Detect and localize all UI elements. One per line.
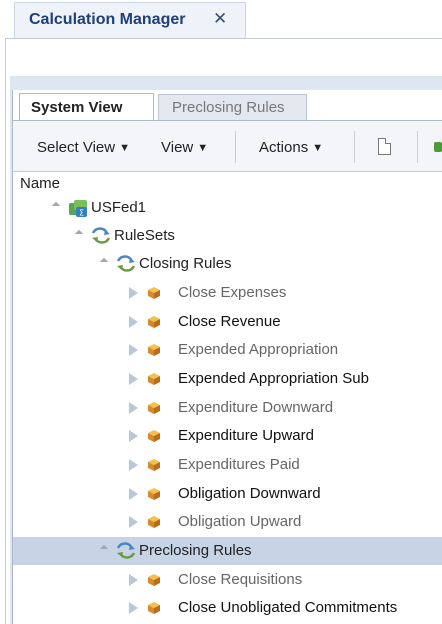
tree-node-usfed1[interactable]: Σ USFed1 [13,194,442,222]
tab-calculation-manager-label: Calculation Manager [29,11,186,28]
rule-icon [148,516,160,528]
rule-icon [148,316,160,328]
ruleset-icon [116,255,136,272]
tree-node-close-requisitions[interactable]: Close Requisitions [13,566,442,594]
tree-node-rulesets[interactable]: RuleSets [13,222,442,250]
top-tab-bar: Calculation Manager ✕ [0,0,442,38]
tree-node-label: Close Unobligated Commitments [178,599,398,616]
collapsed-triangle-icon[interactable] [129,574,138,586]
tab-system-view-label: System View [31,99,123,116]
ruleset-icon [91,227,111,244]
collapsed-triangle-icon[interactable] [129,402,138,414]
expanded-triangle-icon[interactable] [74,229,84,239]
tree-node-close-expenses[interactable]: Close Expenses [13,279,442,307]
collapsed-triangle-icon[interactable] [129,430,138,442]
tree-node-preclosing-rules[interactable]: Preclosing Rules [13,537,442,565]
rule-icon [148,344,160,356]
rule-icon [148,373,160,385]
tree-node-expenditures-paid[interactable]: Expenditures Paid [13,451,442,479]
collapsed-triangle-icon[interactable] [129,373,138,385]
collapsed-triangle-icon[interactable] [129,287,138,299]
ruleset-icon [116,542,136,559]
tree-node-label: USFed1 [91,199,147,216]
application-icon: Σ [69,200,87,218]
toolbar-divider [354,131,355,163]
chevron-down-icon: ▼ [312,142,324,154]
tree-node-label: Expenditure Upward [178,427,314,444]
tab-calculation-manager[interactable]: Calculation Manager ✕ [14,2,246,38]
rule-icon [148,459,160,471]
tree-node-label: Expenditures Paid [178,456,300,473]
actions-label: Actions [259,139,309,156]
actions-menu[interactable]: Actions ▼ [259,139,323,156]
tree-node-obligation-downward[interactable]: Obligation Downward [13,480,442,508]
tree-node-expended-appropriation-sub[interactable]: Expended Appropriation Sub [13,365,442,393]
tree-node-label: Expended Appropriation Sub [178,370,369,387]
tree-node-expenditure-upward[interactable]: Expenditure Upward [13,422,442,450]
svg-text:Σ: Σ [79,209,84,218]
select-view-menu[interactable]: Select View ▼ [37,139,130,156]
rule-icon [148,287,160,299]
tree-node-label: Close Revenue [178,313,281,330]
rule-icon [148,602,160,614]
new-document-icon[interactable] [378,138,391,155]
tree-node-label: Expenditure Downward [178,399,334,416]
collapsed-triangle-icon[interactable] [129,516,138,528]
tree-node-label: Close Expenses [178,284,287,301]
collapsed-triangle-icon[interactable] [129,602,138,614]
tree-node-label: Obligation Upward [178,513,302,530]
toolbar-divider [417,131,418,163]
tree-node-label: Close Requisitions [178,571,303,588]
tab-preclosing-rules-label: Preclosing Rules [172,99,285,116]
tree-node-close-revenue[interactable]: Close Revenue [13,308,442,336]
deploy-icon[interactable] [434,142,442,152]
tree-node-label: Closing Rules [139,255,232,272]
close-icon[interactable]: ✕ [213,9,227,29]
tree-node-label: Expended Appropriation [178,341,339,358]
column-header-label: Name [20,175,61,192]
toolbar-divider [235,131,236,163]
rule-icon [148,488,160,500]
tree-node-expended-appropriation[interactable]: Expended Appropriation [13,336,442,364]
collapsed-triangle-icon[interactable] [129,488,138,500]
tree-node-label: Obligation Downward [178,485,321,502]
tree-node-label: Preclosing Rules [139,542,252,559]
column-header-name[interactable]: Name [13,172,442,194]
tab-preclosing-rules[interactable]: Preclosing Rules [158,94,307,120]
expanded-triangle-icon[interactable] [51,201,61,211]
tree-node-label: RuleSets [114,227,175,244]
tree-node-closing-rules[interactable]: Closing Rules [13,250,442,278]
select-view-label: Select View [37,139,116,156]
collapsed-triangle-icon[interactable] [129,316,138,328]
tab-system-view[interactable]: System View [19,93,154,121]
collapsed-triangle-icon[interactable] [129,344,138,356]
tree-node-close-unobligated-commitments[interactable]: Close Unobligated Commitments [13,594,442,622]
rule-icon [148,402,160,414]
tree-node-expenditure-downward[interactable]: Expenditure Downward [13,394,442,422]
rule-icon [148,574,160,586]
rule-icon [148,430,160,442]
view-menu[interactable]: View ▼ [161,139,208,156]
chevron-down-icon: ▼ [197,142,209,154]
expanded-triangle-icon[interactable] [99,257,109,267]
collapsed-triangle-icon[interactable] [129,459,138,471]
view-label: View [161,139,194,156]
tree-node-obligation-upward[interactable]: Obligation Upward [13,508,442,536]
expanded-triangle-icon[interactable] [99,544,109,554]
chevron-down-icon: ▼ [119,142,130,154]
